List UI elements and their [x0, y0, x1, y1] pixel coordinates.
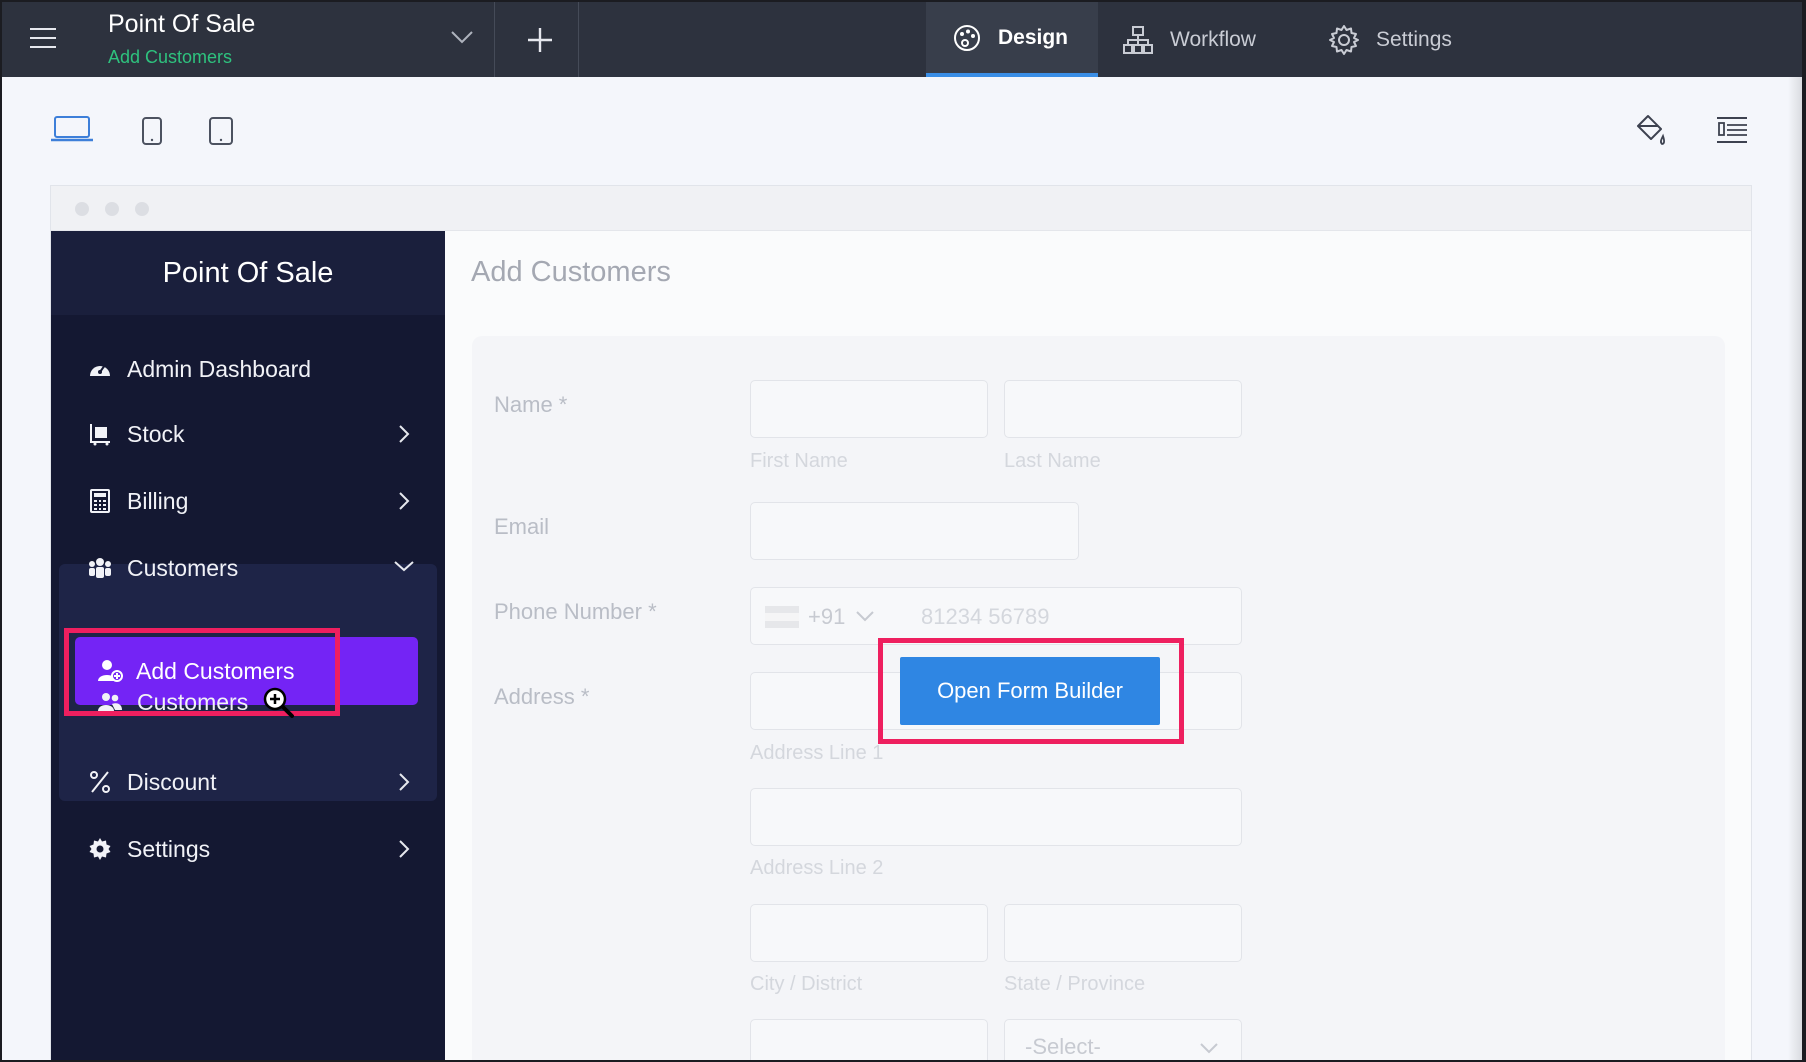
top-bar: Point Of Sale Add Customers Design Workf… [2, 2, 1802, 77]
preview-window-bar [51, 186, 1751, 231]
zoom-cursor-icon [263, 687, 294, 718]
city-input[interactable] [750, 904, 988, 962]
sidebar-item-label: Settings [127, 835, 211, 862]
divider [578, 2, 579, 77]
sidebar-item-label: Admin Dashboard [127, 355, 312, 382]
address-line1-hint: Address Line 1 [750, 742, 884, 764]
phone-label: Phone Number * [494, 599, 657, 624]
sidebar-item-label: Billing [127, 487, 189, 514]
chevron-down-icon[interactable] [449, 24, 475, 50]
laptop-icon[interactable] [50, 114, 94, 144]
add-button[interactable] [502, 2, 577, 77]
calculator-icon [90, 489, 110, 513]
phone-input-placeholder: 81234 56789 [921, 604, 1050, 629]
app-title: Point Of Sale [108, 10, 256, 38]
tab-workflow[interactable]: Workflow [1122, 2, 1256, 77]
open-form-builder-button[interactable]: Open Form Builder [900, 657, 1160, 725]
app-subtitle: Add Customers [108, 47, 233, 67]
chevron-right-icon [399, 840, 410, 858]
window-dot [105, 202, 119, 216]
page-title: Add Customers [471, 256, 671, 288]
phone-field[interactable]: +91 81234 56789 [750, 587, 1242, 645]
workflow-icon [1123, 25, 1153, 54]
address-label: Address * [494, 684, 590, 709]
chevron-right-icon [399, 773, 410, 791]
tab-design[interactable]: Design [926, 2, 1098, 77]
highlight-box [64, 628, 340, 716]
country-select[interactable]: -Select- [1004, 1019, 1242, 1060]
email-label: Email [494, 514, 550, 539]
chevron-down-icon [1200, 1043, 1218, 1054]
app-window: Point Of Sale Add Customers Design Workf… [2, 2, 1802, 1060]
dashboard-icon [90, 364, 110, 376]
chevron-right-icon [399, 425, 410, 443]
state-hint: State / Province [1004, 973, 1146, 995]
chevron-right-icon [399, 492, 410, 510]
postal-code-input[interactable] [750, 1019, 988, 1060]
first-name-input[interactable] [750, 380, 988, 438]
gear-icon [89, 838, 111, 860]
divider [494, 2, 495, 77]
last-name-hint: Last Name [1004, 450, 1101, 472]
sidebar-item-stock[interactable]: Stock [87, 414, 415, 454]
chevron-down-icon [856, 611, 874, 622]
group-icon [89, 558, 111, 578]
mobile-icon[interactable] [140, 116, 164, 146]
name-label: Name * [494, 392, 568, 417]
flag-icon [765, 606, 799, 628]
tab-settings-label: Settings [1376, 27, 1452, 51]
address-line2-input[interactable] [750, 788, 1242, 846]
paint-bucket-icon[interactable] [1632, 112, 1668, 148]
last-name-input[interactable] [1004, 380, 1242, 438]
hamburger-menu-icon[interactable] [30, 28, 56, 48]
window-dot [135, 202, 149, 216]
first-name-hint: First Name [750, 450, 848, 472]
city-hint: City / District [750, 973, 863, 995]
gear-icon [1329, 24, 1359, 55]
phone-country-code[interactable]: +91 [808, 604, 845, 630]
sidebar-item-label: Customers [127, 554, 239, 581]
state-input[interactable] [1004, 904, 1242, 962]
plus-icon [527, 27, 552, 52]
sidebar-item-settings[interactable]: Settings [87, 829, 415, 869]
tab-settings[interactable]: Settings [1328, 2, 1452, 77]
sidebar-item-customers[interactable]: Customers [87, 548, 415, 588]
tab-workflow-label: Workflow [1170, 27, 1256, 51]
tab-design-label: Design [998, 25, 1069, 49]
sidebar-brand: Point Of Sale [51, 231, 445, 315]
sidebar-item-billing[interactable]: Billing [87, 481, 415, 521]
percent-icon [90, 771, 110, 793]
sidebar-item-admin-dashboard[interactable]: Admin Dashboard [87, 349, 415, 389]
tablet-icon[interactable] [207, 116, 235, 146]
layout-list-icon[interactable] [1715, 114, 1749, 146]
country-select-value: -Select- [1025, 1034, 1101, 1059]
sidebar-item-label: Discount [127, 768, 217, 795]
chevron-down-icon [394, 561, 414, 572]
sidebar-item-discount[interactable]: Discount [87, 762, 415, 802]
address-line2-hint: Address Line 2 [750, 857, 884, 879]
sidebar-item-label: Stock [127, 420, 185, 447]
scroll-edge [1788, 77, 1802, 1060]
email-field[interactable] [750, 502, 1079, 560]
cart-icon [90, 424, 110, 446]
window-dot [75, 202, 89, 216]
palette-icon [954, 24, 980, 51]
